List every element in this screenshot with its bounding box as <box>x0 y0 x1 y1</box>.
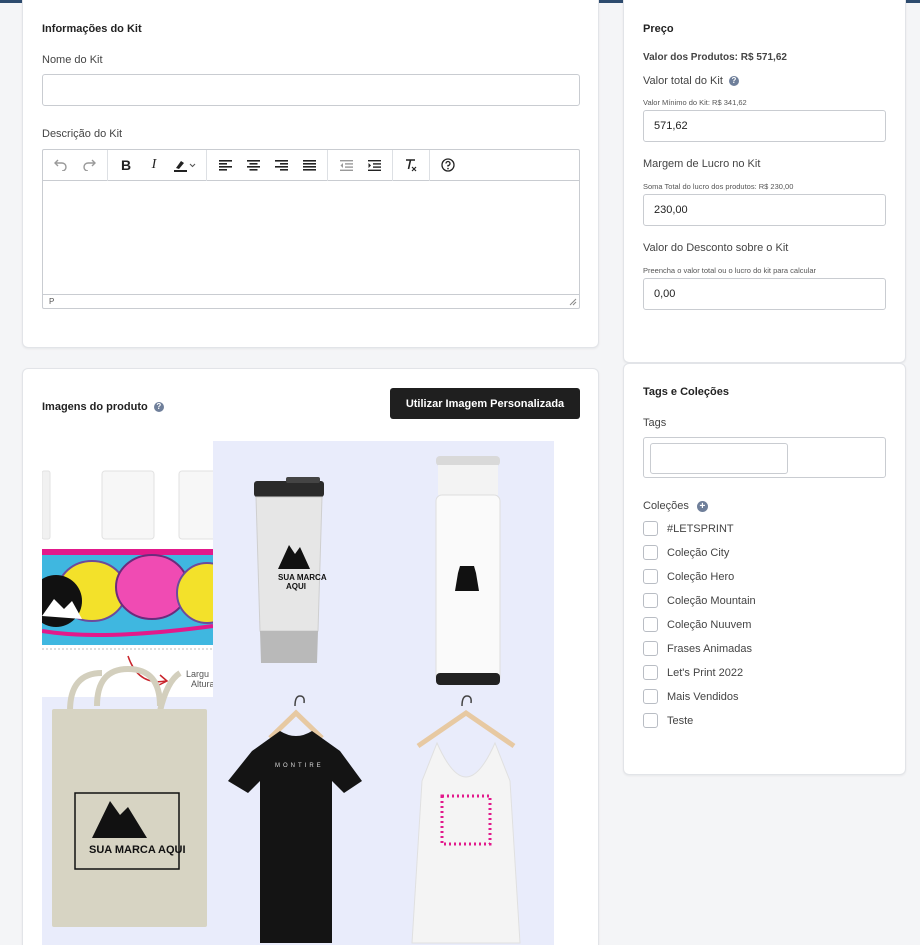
align-right-icon[interactable] <box>267 152 295 178</box>
collection-item[interactable]: Coleção City <box>643 545 729 560</box>
tumbler-brand-text: SUA MARCA <box>278 573 327 582</box>
kit-total-input[interactable]: 571,62 <box>643 110 886 142</box>
kit-description-label: Descrição do Kit <box>42 128 123 140</box>
collection-label: Coleção Hero <box>667 570 735 583</box>
toolbar-separator <box>327 149 328 181</box>
products-value-text: Valor dos Produtos: R$ 571,62 <box>643 52 787 63</box>
align-left-icon[interactable] <box>211 152 239 178</box>
collections-label: Coleções + <box>643 500 708 512</box>
kit-name-input[interactable] <box>42 74 580 106</box>
tags-input[interactable] <box>650 443 788 474</box>
collection-checkbox[interactable] <box>643 617 658 632</box>
collection-item[interactable]: Frases Animadas <box>643 641 752 656</box>
clear-format-icon[interactable] <box>397 152 425 178</box>
tags-collections-title: Tags e Coleções <box>643 386 729 398</box>
italic-icon[interactable]: I <box>140 152 168 178</box>
collection-item[interactable]: #LETSPRINT <box>643 521 734 536</box>
shirt-print-text: MONTIRE <box>275 763 324 769</box>
collection-checkbox[interactable] <box>643 545 658 560</box>
product-images-collage[interactable]: Largu Altura SUA MARCA AQUI SUA MARCA AQ… <box>42 441 560 945</box>
highlight-icon[interactable] <box>168 152 202 178</box>
collection-checkbox[interactable] <box>643 665 658 680</box>
editor-path: P <box>49 297 55 306</box>
collection-item[interactable]: Mais Vendidos <box>643 689 739 704</box>
collection-label: Coleção Nuuvem <box>667 618 752 631</box>
help-circle-icon[interactable]: ? <box>728 76 739 87</box>
collection-item[interactable]: Let's Print 2022 <box>643 665 743 680</box>
help-icon[interactable] <box>434 152 462 178</box>
collection-label: Frases Animadas <box>667 642 752 655</box>
collection-label: #LETSPRINT <box>667 522 734 535</box>
description-editor: B I P <box>42 149 580 309</box>
product-mockups-image: Largu Altura SUA MARCA AQUI SUA MARCA AQ… <box>42 441 554 945</box>
kit-info-title: Informações do Kit <box>42 23 142 35</box>
help-circle-icon[interactable]: ? <box>153 402 164 413</box>
price-card: Preço Valor dos Produtos: R$ 571,62 Valo… <box>623 0 906 363</box>
collection-checkbox[interactable] <box>643 641 658 656</box>
kit-total-label: Valor total do Kit ? <box>643 75 739 87</box>
profit-margin-hint: Soma Total do lucro dos produtos: R$ 230… <box>643 182 794 191</box>
editor-toolbar: B I <box>43 149 579 181</box>
collection-checkbox[interactable] <box>643 569 658 584</box>
collection-label: Mais Vendidos <box>667 690 739 703</box>
discount-input[interactable]: 0,00 <box>643 278 886 310</box>
discount-hint: Preencha o valor total ou o lucro do kit… <box>643 266 817 275</box>
collection-item[interactable]: Teste <box>643 713 693 728</box>
toolbar-separator <box>429 149 430 181</box>
collection-item[interactable]: Coleção Nuuvem <box>643 617 751 632</box>
tumbler-brand-text-2: AQUI <box>286 582 306 591</box>
discount-label: Valor do Desconto sobre o Kit <box>643 242 789 254</box>
undo-icon[interactable] <box>47 152 75 178</box>
tags-field <box>643 437 886 478</box>
dimension-height-text: Altura <box>191 679 215 689</box>
align-justify-icon[interactable] <box>295 152 323 178</box>
kit-info-card: Informações do Kit Nome do Kit Descrição… <box>22 0 599 348</box>
profit-margin-input[interactable]: 230,00 <box>643 194 886 226</box>
redo-icon[interactable] <box>75 152 103 178</box>
collection-checkbox[interactable] <box>643 521 658 536</box>
kit-total-label-text: Valor total do Kit <box>643 75 723 87</box>
price-title: Preço <box>643 23 674 35</box>
profit-margin-label: Margem de Lucro no Kit <box>643 158 761 170</box>
resize-handle-icon[interactable] <box>569 298 577 306</box>
collection-label: Coleção City <box>667 546 730 559</box>
indent-icon[interactable] <box>360 152 388 178</box>
collection-item[interactable]: Coleção Hero <box>643 569 734 584</box>
add-collection-icon[interactable]: + <box>696 500 708 512</box>
editor-content-area[interactable] <box>43 181 579 295</box>
outdent-icon[interactable] <box>332 152 360 178</box>
custom-image-button[interactable]: Utilizar Imagem Personalizada <box>390 388 580 419</box>
collection-checkbox[interactable] <box>643 593 658 608</box>
tags-label: Tags <box>643 417 667 429</box>
editor-statusbar: P <box>43 294 579 308</box>
collection-checkbox[interactable] <box>643 689 658 704</box>
collection-checkbox[interactable] <box>643 713 658 728</box>
collection-label: Teste <box>667 714 694 727</box>
toolbar-separator <box>392 149 393 181</box>
bold-icon[interactable]: B <box>112 152 140 178</box>
tote-brand-text: SUA MARCA AQUI <box>89 844 186 856</box>
tags-collections-card: Tags e Coleções Tags Coleções + #LETSPRI… <box>623 363 906 775</box>
dimension-width-text: Largu <box>186 669 209 679</box>
kit-name-label: Nome do Kit <box>42 54 103 66</box>
collection-label: Let's Print 2022 <box>667 666 744 679</box>
toolbar-separator <box>107 149 108 181</box>
kit-total-hint: Valor Mínimo do Kit: R$ 341,62 <box>643 98 747 107</box>
toolbar-separator <box>206 149 207 181</box>
align-center-icon[interactable] <box>239 152 267 178</box>
collection-item[interactable]: Coleção Mountain <box>643 593 756 608</box>
collection-label: Coleção Mountain <box>667 594 756 607</box>
product-images-title: Imagens do produto ? <box>42 401 164 413</box>
product-images-title-text: Imagens do produto <box>42 401 148 413</box>
collections-label-text: Coleções <box>643 500 689 512</box>
product-images-card: Imagens do produto ? Utilizar Imagem Per… <box>22 368 599 945</box>
